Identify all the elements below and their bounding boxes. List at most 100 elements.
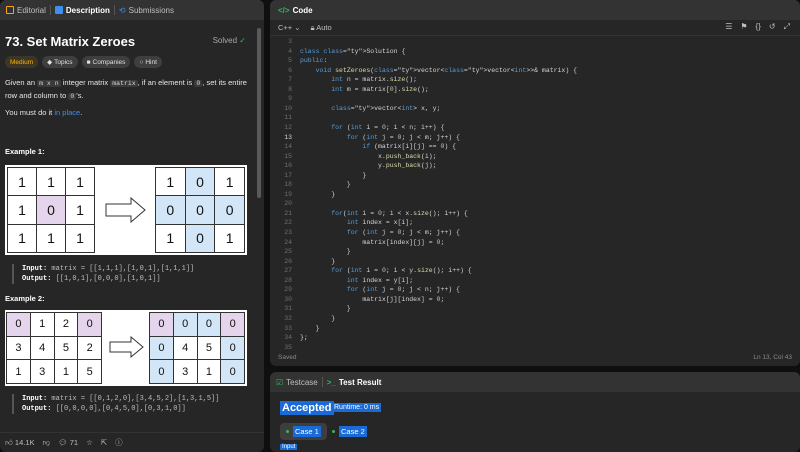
grid-cell: 0 <box>220 335 245 361</box>
example-2-input-grid: 012034521315 <box>6 312 102 384</box>
code-line: int n = matrix.size(); <box>331 76 418 84</box>
tab-editorial[interactable]: Editorial <box>6 6 46 15</box>
tab-editorial-label: Editorial <box>17 5 46 15</box>
difficulty-badge: Medium <box>5 56 39 68</box>
hint-label: Hint <box>145 58 157 66</box>
in-place-note: You must do it in place. <box>5 107 255 119</box>
pass-dot-icon <box>286 430 289 433</box>
in-place-link[interactable]: in place <box>54 108 80 117</box>
line-number: 26 <box>284 257 292 265</box>
grid-cell: 0 <box>184 166 216 197</box>
code-line: for(int i = 0; i < x.size(); i++) { <box>331 209 468 217</box>
hint-button[interactable]: ○ Hint <box>134 56 162 68</box>
grid-row: 1315 <box>6 359 102 384</box>
save-status: Saved <box>278 353 297 361</box>
tab-description[interactable]: Description <box>54 6 110 15</box>
grid-cell: 0 <box>214 195 245 225</box>
line-number: 22 <box>284 219 292 227</box>
expand-icon[interactable]: ⤢ <box>784 22 790 32</box>
grid-cell: 1 <box>36 166 66 197</box>
tab-testcase[interactable]: ☑ Testcase <box>276 378 318 387</box>
grid-cell: 1 <box>7 223 37 254</box>
note-text: You must do it <box>5 108 53 117</box>
code-line: matrix[index][j] = 0; <box>300 238 445 246</box>
grid-cell: 1 <box>53 359 79 384</box>
lock-icon: ■ <box>86 58 91 66</box>
comment-button[interactable]: 💬︎ 71 <box>58 438 78 447</box>
line-number: 21 <box>284 209 292 217</box>
grid-cell: 1 <box>196 359 222 384</box>
tab-test-result[interactable]: >_ Test Result <box>327 378 382 387</box>
tab-code-label: Code <box>292 5 313 15</box>
grid-cell: 0 <box>220 312 245 337</box>
problem-title[interactable]: 73. Set Matrix Zeroes <box>5 34 135 49</box>
output-label: Output: <box>22 275 52 283</box>
book-icon <box>6 6 14 14</box>
grid-row: 101 <box>7 195 95 225</box>
help-icon[interactable]: ⓘ <box>115 437 123 448</box>
code-line: y.push_back(j); <box>300 162 437 170</box>
cursor-position: Ln 13, Col 43 <box>753 353 792 361</box>
grid-row: 111 <box>7 166 95 197</box>
grid-row: 101 <box>155 166 245 197</box>
tab-submissions[interactable]: ⟲ Submissions <box>119 6 174 15</box>
code-line: } <box>300 190 336 198</box>
share-icon[interactable]: ⇱ <box>101 438 107 447</box>
language-select[interactable]: C++ ⌄ <box>278 23 301 32</box>
code-line: }; <box>300 334 308 342</box>
left-tabbar: Editorial Description ⟲ Submissions <box>0 0 264 20</box>
reset-icon[interactable]: ↺ <box>769 22 776 32</box>
code-line: for (int j = 0; j < n; j++) { <box>346 286 460 294</box>
like-button[interactable]: 👍︎ 14.1K <box>5 438 35 448</box>
test-tabbar: ☑ Testcase >_ Test Result <box>270 372 800 392</box>
mode-label: Auto <box>316 22 332 32</box>
code-line: } <box>300 305 351 313</box>
tab-code[interactable]: </> Code <box>278 6 313 15</box>
grid-row: 111 <box>7 223 95 254</box>
grid-cell: 5 <box>53 335 79 361</box>
description-scrollbar[interactable] <box>257 28 261 198</box>
history-icon: ⟲ <box>118 5 126 15</box>
line-number: 23 <box>284 229 292 236</box>
bookmark-icon[interactable]: ⚑ <box>740 22 747 32</box>
grid-cell: 1 <box>29 312 55 337</box>
problem-tags: Medium ◆ Topics ■ Companies ○ Hint <box>5 56 162 68</box>
solved-label: Solved <box>212 36 238 45</box>
braces-icon[interactable]: {} <box>756 22 761 32</box>
line-number: 14 <box>284 143 292 151</box>
code-line: class="ty">vector<int> x, y; <box>331 104 441 112</box>
grid-cell: 1 <box>65 195 95 225</box>
companies-button[interactable]: ■ Companies <box>81 56 131 68</box>
grid-cell: 0 <box>36 195 66 225</box>
grid-cell: 0 <box>155 195 186 225</box>
code-line: } <box>300 324 320 332</box>
topics-button[interactable]: ◆ Topics <box>42 56 78 68</box>
tab-submissions-label: Submissions <box>128 5 174 15</box>
notes-icon[interactable]: ☰ <box>725 22 732 32</box>
autocomplete-mode[interactable]: 🔒︎ Auto <box>311 23 332 33</box>
line-number: 19 <box>284 190 292 198</box>
problem-description: Given an m x n integer matrix matrix, if… <box>5 77 255 103</box>
example-1-heading: Example 1: <box>5 147 45 156</box>
code-line: for (int j = 0; j < m; j++) { <box>346 133 460 141</box>
case-2-tab[interactable]: Case 2 <box>326 423 373 440</box>
code-line: for (int j = 0; j < m; j++) { <box>346 229 460 236</box>
code-line: x.push_back(i); <box>300 152 437 160</box>
grid-cell: 3 <box>6 335 31 361</box>
input-label: Input: <box>22 395 48 403</box>
output-value: [[1,0,1],[0,0,0],[1,0,1]] <box>55 275 161 283</box>
example-2-heading: Example 2: <box>5 294 45 303</box>
line-number: 15 <box>284 152 292 160</box>
grid-cell: 0 <box>172 312 198 337</box>
code-line: } <box>300 181 351 189</box>
tab-testcase-label: Testcase <box>286 377 318 387</box>
code-line: int index = y[i]; <box>346 276 414 284</box>
star-icon[interactable]: ☆ <box>86 438 93 447</box>
arrow-icon <box>105 197 146 223</box>
dislike-icon[interactable]: 👎︎ <box>43 438 51 448</box>
case-1-tab[interactable]: Case 1 <box>280 423 327 440</box>
grid-row: 3452 <box>6 335 102 361</box>
line-number: 6 <box>288 66 292 74</box>
comment-count: 71 <box>69 438 79 447</box>
line-number: 17 <box>284 171 292 179</box>
